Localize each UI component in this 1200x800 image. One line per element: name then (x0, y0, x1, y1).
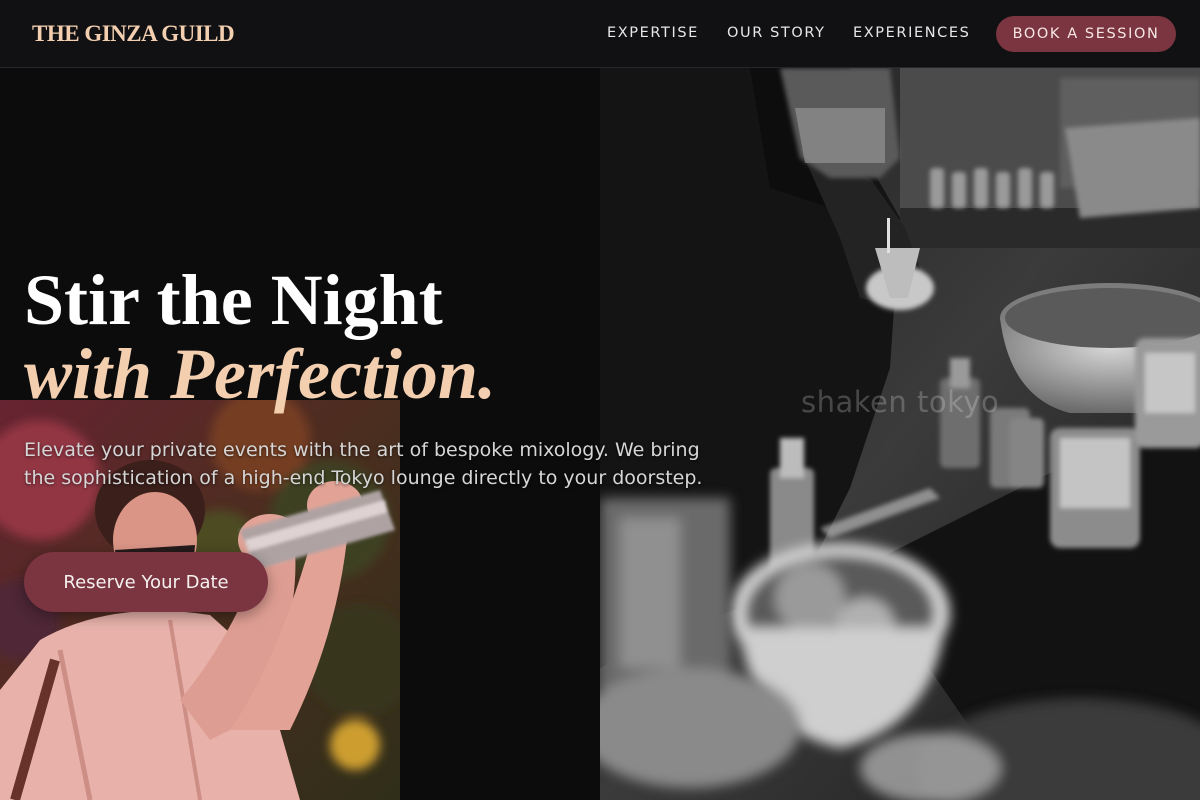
bartender-bar-photo (600, 68, 1200, 800)
brand-logo[interactable]: THE GINZA GUILD (32, 21, 235, 47)
reserve-date-button[interactable]: Reserve Your Date (24, 552, 268, 612)
nav-link-our-story[interactable]: OUR STORY (727, 25, 826, 41)
bar-photo-illustration (600, 68, 1200, 800)
hero-headline: Stir the Night with Perfection. (24, 263, 496, 411)
headline-line-1: Stir the Night (24, 260, 443, 340)
hero-subtext: Elevate your private events with the art… (24, 439, 703, 489)
headline-line-2: with Perfection. (24, 334, 496, 414)
book-session-button[interactable]: BOOK A SESSION (996, 16, 1176, 52)
photo-watermark: shaken tokyo (801, 385, 1000, 419)
nav-link-experiences[interactable]: EXPERIENCES (853, 25, 970, 41)
nav-link-expertise[interactable]: EXPERTISE (607, 25, 699, 41)
top-nav: THE GINZA GUILD EXPERTISE OUR STORY EXPE… (0, 0, 1200, 68)
